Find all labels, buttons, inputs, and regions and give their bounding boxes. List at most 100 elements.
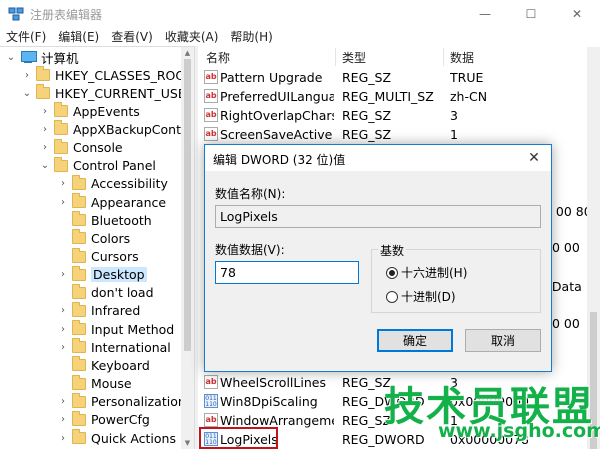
scrollbar-thumb[interactable] — [184, 59, 191, 351]
tree-node[interactable]: › Desktop — [58, 265, 147, 284]
tree-scrollbar[interactable]: ▲ ▼ — [181, 47, 194, 449]
value-name: ScreenSaveActive — [220, 127, 333, 142]
expand-icon[interactable]: › — [40, 102, 50, 120]
tree-node[interactable]: › PowerCfg — [58, 410, 150, 429]
value-data-input[interactable]: 78 — [215, 261, 359, 284]
tree-node-label: don't load — [91, 285, 154, 301]
expand-icon[interactable]: › — [58, 429, 68, 447]
tree-node[interactable]: Cursors — [58, 247, 139, 266]
tree-node[interactable]: › Accessibility — [58, 174, 168, 193]
cancel-button[interactable]: 取消 — [465, 329, 541, 352]
column-header-name[interactable]: 名称 — [206, 46, 230, 68]
tree-node[interactable]: › Infrared — [58, 301, 140, 320]
expand-icon[interactable]: › — [40, 139, 50, 157]
tree-node[interactable]: › AppXBackupConter — [40, 120, 194, 138]
tree-node[interactable]: › Personalization — [58, 392, 186, 411]
tree-node-label: PowerCfg — [91, 412, 150, 428]
expand-icon[interactable]: › — [58, 193, 68, 211]
dec-radio[interactable]: 十进制(D) — [386, 288, 456, 305]
tree-node[interactable]: › AppEvents — [40, 102, 140, 120]
string-value-icon: ab — [204, 70, 218, 84]
tree-node-label: Cursors — [91, 249, 139, 264]
expand-icon[interactable]: › — [58, 266, 68, 284]
folder-icon — [72, 174, 86, 190]
tree-node[interactable]: › Console — [40, 138, 123, 157]
value-data: 3 — [450, 108, 458, 123]
no-expand-spacer — [58, 375, 68, 393]
folder-icon — [54, 156, 68, 172]
value-data: 1 — [450, 127, 458, 142]
menu-file[interactable]: 文件(F) — [0, 28, 52, 46]
folder-icon — [72, 301, 86, 317]
tree-node[interactable]: ⌄ Control Panel — [40, 156, 156, 175]
value-row[interactable]: ab PreferredUILangua REG_MULTI_SZ zh-CN — [198, 87, 600, 106]
value-row[interactable]: ab RightOverlapChars REG_SZ 3 — [198, 106, 600, 125]
menu-bar: 文件(F) 编辑(E) 查看(V) 收藏夹(A) 帮助(H) — [0, 28, 600, 46]
minimize-icon: — — [479, 7, 491, 21]
dialog-body: 数值名称(N): LogPixels 数值数据(V): 78 基数 十六进制(H… — [205, 171, 551, 371]
collapse-icon[interactable]: ⌄ — [22, 84, 32, 102]
collapse-icon[interactable]: ⌄ — [6, 48, 16, 66]
expand-icon[interactable]: › — [58, 393, 68, 411]
tree-node-computer[interactable]: ⌄ 计算机 — [6, 48, 79, 66]
base-group-label: 基数 — [378, 242, 407, 259]
expand-icon[interactable]: › — [58, 320, 68, 338]
string-value-icon: ab — [204, 89, 218, 103]
tree-node[interactable]: ⌄ HKEY_CURRENT_USER — [22, 84, 194, 102]
expand-icon[interactable]: › — [22, 66, 32, 84]
value-name-field: LogPixels — [215, 205, 541, 228]
header-divider[interactable] — [443, 48, 444, 66]
tree-node-label: HKEY_CLASSES_ROOT — [55, 67, 193, 83]
value-type: REG_SZ — [342, 70, 392, 85]
menu-favorites[interactable]: 收藏夹(A) — [159, 28, 225, 46]
header-divider[interactable] — [335, 48, 336, 66]
expand-icon[interactable]: › — [40, 120, 50, 138]
tree-node[interactable]: Bluetooth — [58, 211, 152, 229]
tree-node[interactable]: › Quick Actions — [58, 429, 176, 447]
registry-app-icon — [8, 7, 24, 21]
tree-node[interactable]: Mouse — [58, 374, 132, 393]
value-row[interactable]: ab ScreenSaveActive REG_SZ 1 — [198, 125, 600, 144]
key-tree: ⌄ 计算机 › HKEY_CLASSES_ROOT ⌄ HKEY_CURRENT_US… — [0, 46, 194, 449]
tree-node[interactable]: › Appearance — [58, 193, 166, 211]
folder-icon — [72, 338, 86, 354]
collapse-icon[interactable]: ⌄ — [40, 157, 50, 175]
minimize-button[interactable]: — — [462, 0, 508, 28]
menu-view[interactable]: 查看(V) — [105, 28, 159, 46]
maximize-button[interactable]: ☐ — [508, 0, 554, 28]
tree-node-label: Appearance — [91, 194, 167, 210]
expand-icon[interactable]: › — [58, 302, 68, 320]
folder-icon — [72, 211, 86, 227]
value-name: Win8DpiScaling — [220, 394, 318, 409]
expand-icon[interactable]: › — [58, 175, 68, 193]
value-name-label: 数值名称(N): — [215, 187, 286, 201]
scroll-down-arrow-icon[interactable]: ▼ — [181, 437, 194, 449]
menu-edit[interactable]: 编辑(E) — [52, 28, 105, 46]
string-value-icon: ab — [204, 108, 218, 122]
hex-radio[interactable]: 十六进制(H) — [386, 264, 467, 281]
tree-node[interactable]: don't load — [58, 283, 154, 302]
tree-node[interactable]: › International — [58, 338, 171, 356]
menu-help[interactable]: 帮助(H) — [224, 28, 278, 46]
close-button[interactable]: ✕ — [554, 0, 600, 28]
column-header-type[interactable]: 类型 — [342, 46, 366, 68]
string-value-icon: ab — [204, 127, 218, 141]
value-row[interactable]: ab Pattern Upgrade REG_SZ TRUE — [198, 68, 600, 87]
dec-radio-label: 十进制(D) — [401, 290, 456, 304]
tree-node-label: HKEY_CURRENT_USER — [55, 85, 194, 101]
close-icon: ✕ — [571, 7, 583, 21]
tree-node[interactable]: › Input Method — [58, 320, 174, 338]
tree-node[interactable]: Keyboard — [58, 356, 150, 374]
dialog-close-icon[interactable]: ✕ — [517, 145, 551, 171]
tree-node[interactable]: Colors — [58, 229, 130, 247]
column-header-data[interactable]: 数据 — [450, 46, 474, 68]
hex-radio-label: 十六进制(H) — [401, 266, 468, 280]
tree-node[interactable]: › HKEY_CLASSES_ROOT — [22, 66, 193, 84]
tree-node-label: 计算机 — [41, 50, 79, 66]
expand-icon[interactable]: › — [58, 338, 68, 356]
tree-node-label: Personalization — [91, 394, 186, 410]
expand-icon[interactable]: › — [58, 411, 68, 429]
ok-button[interactable]: 确定 — [377, 329, 453, 352]
value-data-label: 数值数据(V): — [215, 243, 285, 257]
scroll-up-arrow-icon[interactable]: ▲ — [181, 47, 194, 59]
